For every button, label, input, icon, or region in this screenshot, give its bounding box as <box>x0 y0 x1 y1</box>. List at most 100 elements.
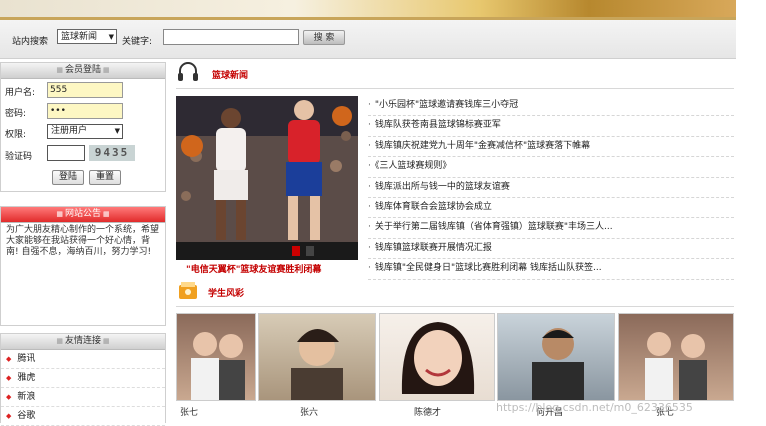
student-name[interactable]: 张六 <box>300 405 318 418</box>
watermark-text: https://blog.csdn.net/m0_62336535 <box>496 401 693 414</box>
links-panel-header: ▦ 友情连接 ▦ <box>1 334 165 350</box>
links-title: 友情连接 <box>64 336 101 346</box>
reset-button[interactable]: 重置 <box>89 170 121 185</box>
news-item-title: 钱库镇篮球联赛开展情况汇报 <box>374 242 492 253</box>
site-search-label: 站内搜索 <box>12 37 49 47</box>
student-name[interactable]: 张七 <box>180 405 198 418</box>
link-label: 新浪 <box>17 392 36 402</box>
bullet-icon: · <box>368 242 371 253</box>
header-banner <box>0 0 736 20</box>
captcha-label: 验证码 <box>5 152 33 162</box>
book-icon <box>179 282 197 299</box>
news-item[interactable]: · 钱库派出所与钱一中的篮球友谊赛 <box>368 178 734 198</box>
search-bar: 站内搜索 篮球新闻 ▼ 关键字: 搜 索 <box>0 20 736 59</box>
category-select-value: 篮球新闻 <box>61 32 98 42</box>
chevron-down-icon: ▼ <box>114 127 120 135</box>
category-select[interactable]: 篮球新闻 ▼ <box>57 29 117 44</box>
student-portrait-image <box>532 328 584 400</box>
student-photo[interactable] <box>258 313 376 401</box>
notice-title: 网站公告 <box>64 209 101 219</box>
grid-icon: ▦ <box>56 337 63 345</box>
password-input[interactable]: ••• <box>47 103 123 119</box>
links-panel: ▦ 友情连接 ▦ ◆ 腾讯 ◆ 雅虎 ◆ 新浪 ◆ 谷歌 <box>0 333 166 426</box>
basketball-players-image <box>176 96 358 260</box>
news-photo[interactable] <box>176 96 358 260</box>
bullet-icon: · <box>368 181 371 192</box>
bullet-icon: ◆ <box>6 393 12 401</box>
grid-icon: ▦ <box>103 337 110 345</box>
news-item[interactable]: · 关于举行第二届钱库镇（省体育强镇）篮球联赛"丰场三人... <box>368 218 734 239</box>
bullet-icon: · <box>368 201 371 212</box>
link-label: 腾讯 <box>17 354 36 364</box>
news-item-title: 关于举行第二届钱库镇（省体育强镇）篮球联赛"丰场三人... <box>374 222 613 233</box>
headphones-icon <box>178 62 198 81</box>
news-item[interactable]: · "小乐园杯"篮球邀请赛钱库三小夺冠 <box>368 96 734 117</box>
news-item-title: 钱库派出所与钱一中的篮球友谊赛 <box>374 181 510 192</box>
news-item-title: 钱库队获苍南县篮球锦标赛亚军 <box>374 120 501 131</box>
grid-icon: ▦ <box>103 210 110 218</box>
students-section-title: 学生风彩 <box>208 289 245 299</box>
news-item[interactable]: · 钱库镇篮球联赛开展情况汇报 <box>368 239 734 260</box>
grid-icon: ▦ <box>56 66 63 74</box>
link-label: 谷歌 <box>17 411 36 421</box>
news-item-title: 钱库镇庆祝建党九十周年"金赛减信杯"篮球赛落下帷幕 <box>374 140 591 151</box>
username-input[interactable]: 555 <box>47 82 123 98</box>
login-panel: ▦ 会员登陆 ▦ 用户名: 555 密码: ••• 权限: 注册用户 ▼ 验证码 9… <box>0 62 166 192</box>
news-photo-caption[interactable]: "电信天翼杯"篮球友谊赛胜利闭幕 <box>186 262 321 275</box>
news-section-divider <box>176 88 734 89</box>
role-select-value: 注册用户 <box>51 126 88 136</box>
captcha-input[interactable] <box>47 145 85 161</box>
news-item-title: 钱库体育联合会篮球协会成立 <box>374 201 492 212</box>
link-item[interactable]: ◆ 谷歌 <box>1 407 165 426</box>
bullet-icon: · <box>368 263 371 274</box>
search-button[interactable]: 搜 索 <box>303 30 345 45</box>
news-item[interactable]: · 钱库镇庆祝建党九十周年"金赛减信杯"篮球赛落下帷幕 <box>368 137 734 158</box>
role-select[interactable]: 注册用户 ▼ <box>47 124 123 139</box>
student-photo[interactable] <box>618 313 734 401</box>
link-item[interactable]: ◆ 雅虎 <box>1 369 165 388</box>
link-item[interactable]: ◆ 腾讯 <box>1 350 165 369</box>
student-portrait-image <box>291 329 343 400</box>
captcha-image[interactable]: 9435 <box>89 145 135 161</box>
bullet-icon: · <box>368 161 371 172</box>
news-item[interactable]: · 《三人篮球赛规则》 <box>368 157 734 178</box>
student-photo[interactable] <box>176 313 256 401</box>
grid-icon: ▦ <box>103 66 110 74</box>
students-section-divider <box>176 306 734 307</box>
grid-icon: ▦ <box>56 210 63 218</box>
keyword-input[interactable] <box>163 29 299 45</box>
news-item-title: 《三人篮球赛规则》 <box>374 161 452 172</box>
student-photo[interactable] <box>379 313 495 401</box>
bullet-icon: · <box>368 100 371 110</box>
login-title: 会员登陆 <box>64 65 101 75</box>
news-item[interactable]: · 钱库镇"全民健身日"篮球比赛胜利闭幕 钱库括山队获签... <box>368 259 734 280</box>
news-item[interactable]: · 钱库体育联合会篮球协会成立 <box>368 198 734 219</box>
password-label: 密码: <box>5 109 27 119</box>
student-portrait-image <box>645 332 707 400</box>
bullet-icon: ◆ <box>6 355 12 363</box>
news-item[interactable]: · 钱库队获苍南县篮球锦标赛亚军 <box>368 116 734 137</box>
student-name[interactable]: 陈德才 <box>414 405 441 418</box>
links-list: ◆ 腾讯 ◆ 雅虎 ◆ 新浪 ◆ 谷歌 <box>1 350 165 426</box>
bullet-icon: · <box>368 222 371 233</box>
notice-panel-header: ▦ 网站公告 ▦ <box>1 207 165 223</box>
login-panel-header: ▦ 会员登陆 ▦ <box>1 63 165 79</box>
notice-text: 为广大朋友精心制作的一个系统，希望大家能够在我站获得一个好心情，背南! 自强不息… <box>6 225 160 257</box>
student-photo[interactable] <box>497 313 615 401</box>
keyword-label: 关键字: <box>122 37 153 47</box>
username-label: 用户名: <box>5 88 36 98</box>
student-portrait-image <box>191 332 245 400</box>
news-item-title: "小乐园杯"篮球邀请赛钱库三小夺冠 <box>374 100 519 110</box>
student-portrait-image <box>401 322 475 394</box>
link-item[interactable]: ◆ 新浪 <box>1 388 165 407</box>
bullet-icon: · <box>368 120 371 131</box>
bullet-icon: · <box>368 140 371 151</box>
role-label: 权限: <box>5 130 27 140</box>
news-item-title: 钱库镇"全民健身日"篮球比赛胜利闭幕 钱库括山队获签... <box>374 263 602 274</box>
chevron-down-icon: ▼ <box>108 33 114 41</box>
bullet-icon: ◆ <box>6 412 12 420</box>
news-list: · "小乐园杯"篮球邀请赛钱库三小夺冠 · 钱库队获苍南县篮球锦标赛亚军 · 钱库镇庆… <box>368 96 734 280</box>
bullet-icon: ◆ <box>6 374 12 382</box>
login-button[interactable]: 登陆 <box>52 170 84 185</box>
link-label: 雅虎 <box>17 373 36 383</box>
